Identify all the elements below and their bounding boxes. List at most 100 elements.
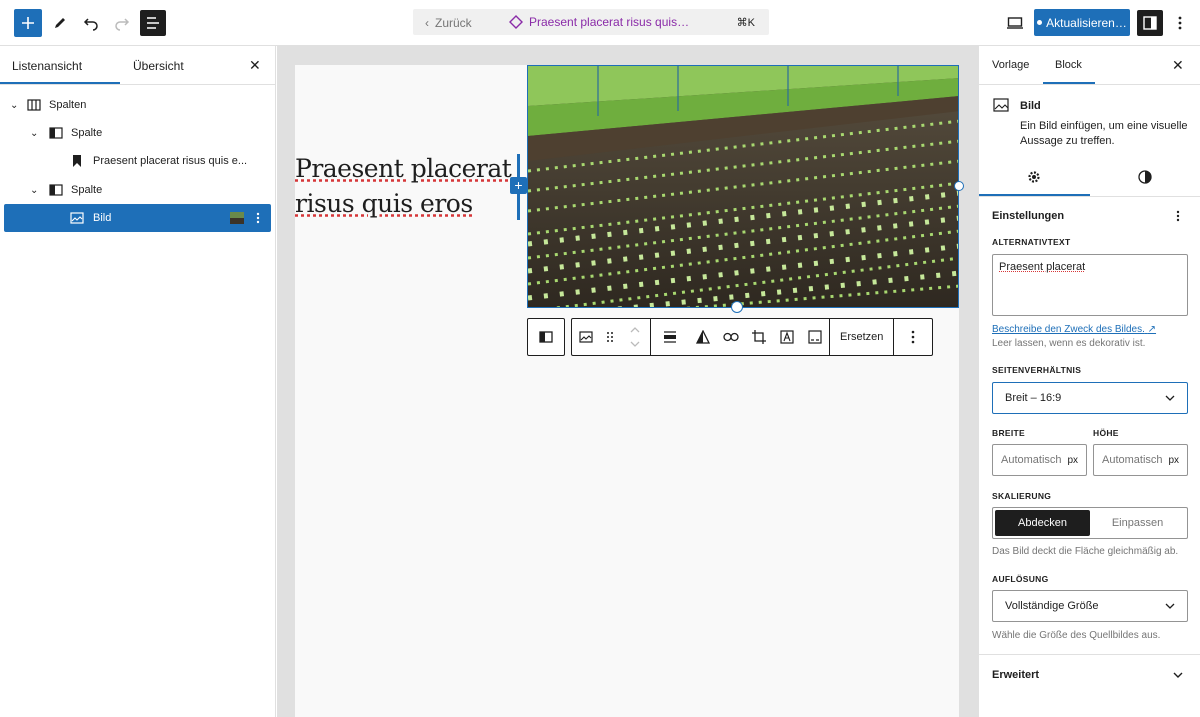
- scale-toggle: Abdecken Einpassen: [992, 507, 1188, 539]
- gear-icon[interactable]: [1027, 170, 1041, 184]
- advanced-section[interactable]: Erweitert: [979, 654, 1200, 694]
- update-button[interactable]: Aktualisieren…: [1034, 9, 1130, 36]
- height-field[interactable]: Automatisch px: [1093, 444, 1188, 476]
- duotone-button[interactable]: [689, 319, 717, 355]
- alt-help-link-text: Beschreibe den Zweck des Bildes.: [992, 324, 1145, 335]
- block-options-button[interactable]: [894, 319, 932, 355]
- drag-handle[interactable]: [600, 319, 620, 355]
- settings-section-title: Einstellungen: [992, 210, 1065, 222]
- options-button[interactable]: [1166, 9, 1194, 37]
- tree-item-image[interactable]: Bild: [4, 204, 271, 232]
- image-block[interactable]: [527, 65, 959, 308]
- close-icon[interactable]: ✕: [1172, 57, 1184, 74]
- alt-text-field[interactable]: Praesent placerat: [992, 254, 1188, 316]
- tree-item-label: Bild: [93, 212, 112, 224]
- inserter-plus-icon[interactable]: +: [510, 177, 527, 194]
- undo-button[interactable]: [77, 9, 105, 37]
- pencil-icon: [55, 18, 65, 28]
- crop-icon: [752, 330, 766, 344]
- replace-button[interactable]: Ersetzen: [830, 319, 893, 355]
- document-overview-button[interactable]: [140, 10, 166, 36]
- link-icon: [723, 332, 739, 342]
- caption-button[interactable]: [801, 319, 829, 355]
- external-link-icon: ↗: [1147, 324, 1157, 335]
- redo-icon: [115, 18, 130, 31]
- scale-help-text: Das Bild deckt die Fläche gleichmäßig ab…: [992, 546, 1179, 557]
- tab-template[interactable]: Vorlage: [992, 59, 1029, 71]
- inspector-tabs: [979, 158, 1200, 197]
- tools-button[interactable]: [46, 9, 74, 37]
- image-thumbnail: [230, 212, 244, 224]
- field-photo: [528, 66, 958, 307]
- tree-item-label: Spalte: [71, 184, 103, 196]
- width-label: BREITE: [992, 428, 1025, 438]
- tab-overview[interactable]: Übersicht: [133, 59, 184, 73]
- chevron-up-down-icon: [630, 327, 640, 347]
- heading-text: Praesent placerat risus quis eros: [295, 154, 512, 218]
- pattern-icon: [509, 15, 523, 29]
- image-resize-handle-right[interactable]: [954, 181, 964, 191]
- crop-button[interactable]: [745, 319, 773, 355]
- chevron-down-icon: [1165, 603, 1175, 609]
- scale-label: SKALIERUNG: [992, 491, 1052, 501]
- alt-help-link[interactable]: Beschreibe den Zweck des Bildes. ↗: [992, 324, 1156, 335]
- back-link[interactable]: ‹ Zurück: [425, 16, 472, 30]
- select-parent-button[interactable]: [528, 319, 564, 355]
- heading-block[interactable]: Praesent placerat risus quis eros: [295, 151, 515, 221]
- chevron-left-icon: ‹: [425, 16, 429, 30]
- add-block-button[interactable]: [14, 9, 42, 37]
- tree-item-column[interactable]: ⌄ Spalte: [4, 176, 271, 204]
- text-overlay-button[interactable]: [773, 319, 801, 355]
- text-overlay-icon: [780, 330, 794, 344]
- caption-icon: [808, 330, 822, 344]
- chevron-down-icon: [1173, 672, 1183, 678]
- desktop-icon: [1007, 17, 1023, 29]
- width-field[interactable]: Automatisch px: [992, 444, 1087, 476]
- block-card: Bild Ein Bild einfügen, um eine visuelle…: [979, 85, 1200, 158]
- chevron-down-icon[interactable]: ⌄: [10, 100, 18, 111]
- scale-option-cover[interactable]: Abdecken: [995, 510, 1090, 536]
- preview-button[interactable]: [1001, 9, 1029, 37]
- link-button[interactable]: [717, 319, 745, 355]
- tree-item-columns[interactable]: ⌄ Spalten: [4, 91, 271, 119]
- move-up-down-buttons[interactable]: [620, 319, 650, 355]
- alt-help-text: Leer lassen, wenn es dekorativ ist.: [992, 338, 1146, 349]
- close-icon[interactable]: ✕: [249, 57, 261, 74]
- aspect-ratio-value: Breit – 16:9: [1005, 392, 1062, 404]
- redo-button[interactable]: [108, 9, 136, 37]
- image-icon: [70, 212, 84, 224]
- resolution-label: AUFLÖSUNG: [992, 574, 1049, 584]
- command-bar[interactable]: ‹ Zurück Praesent placerat risus quis… ⌘…: [413, 9, 769, 35]
- undo-icon: [83, 18, 98, 31]
- column-icon: [49, 184, 63, 196]
- align-button[interactable]: [651, 319, 689, 355]
- align-center-icon: [664, 331, 676, 343]
- more-vertical-icon[interactable]: [256, 212, 260, 224]
- tab-list-view[interactable]: Listenansicht: [12, 59, 82, 73]
- image-icon: [579, 331, 593, 343]
- active-tab-indicator: [979, 194, 1090, 196]
- width-placeholder: Automatisch: [1001, 454, 1062, 466]
- advanced-title: Erweitert: [992, 669, 1040, 681]
- settings-sidebar: Vorlage Block ✕ Bild Ein Bild einfügen, …: [978, 46, 1200, 717]
- chevron-down-icon[interactable]: ⌄: [30, 128, 38, 139]
- resolution-select[interactable]: Vollständige Größe: [992, 590, 1188, 622]
- shortcut-hint: ⌘K: [736, 17, 755, 29]
- width-unit: px: [1067, 454, 1078, 466]
- document-title[interactable]: Praesent placerat risus quis…: [509, 15, 689, 29]
- scale-option-contain[interactable]: Einpassen: [1090, 510, 1185, 536]
- block-type-button[interactable]: [572, 319, 600, 355]
- right-tabs: Vorlage Block ✕: [979, 46, 1200, 85]
- more-vertical-icon[interactable]: [1176, 210, 1180, 222]
- settings-toggle-button[interactable]: [1137, 10, 1163, 36]
- left-tabs: Listenansicht Übersicht ✕: [0, 46, 275, 85]
- aspect-ratio-select[interactable]: Breit – 16:9: [992, 382, 1188, 414]
- block-toolbar: Ersetzen: [527, 318, 934, 356]
- tree-item-column[interactable]: ⌄ Spalte: [4, 119, 271, 147]
- tree-item-heading[interactable]: Praesent placerat risus quis e...: [4, 147, 271, 175]
- styles-icon[interactable]: [1138, 170, 1152, 184]
- tab-block[interactable]: Block: [1055, 59, 1082, 71]
- image-resize-handle[interactable]: [731, 301, 743, 313]
- chevron-down-icon[interactable]: ⌄: [30, 185, 38, 196]
- height-unit: px: [1168, 454, 1179, 466]
